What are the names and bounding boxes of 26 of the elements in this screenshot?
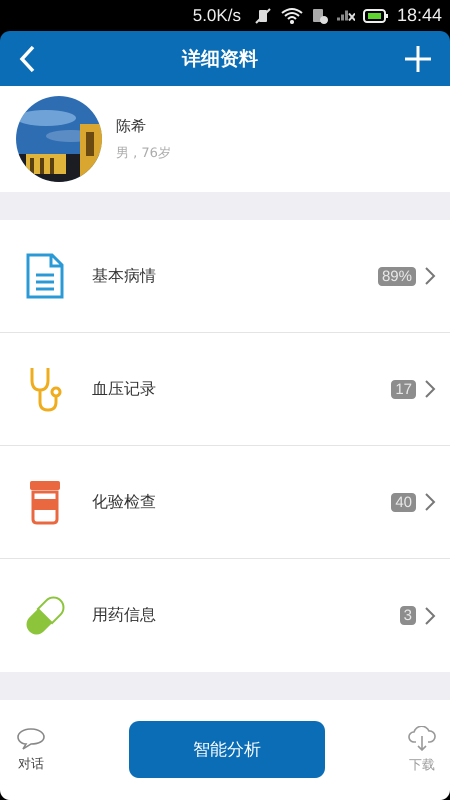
chevron-right-icon (424, 266, 436, 286)
page-title: 详细资料 (182, 46, 258, 72)
count-badge: 3 (400, 606, 416, 625)
plus-icon (404, 44, 432, 72)
battery-icon (362, 6, 389, 24)
bottle-icon (28, 479, 62, 525)
back-icon (18, 44, 36, 72)
patient-info: 男 , 76岁 (116, 144, 171, 162)
network-speed: 5.0K/s (192, 6, 241, 26)
count-badge: 40 (391, 492, 416, 512)
chevron-right-icon (424, 492, 436, 512)
vibrate-off-icon (252, 6, 273, 24)
count-badge: 17 (391, 380, 416, 398)
signal-icon (336, 10, 355, 21)
patient-name: 陈希 (116, 116, 147, 136)
count-badge: 89% (378, 266, 416, 286)
sim-card-icon (310, 6, 329, 24)
clock: 18:44 (396, 5, 442, 26)
cloud-download-icon (408, 726, 436, 752)
wifi-icon (280, 6, 303, 24)
analyze-button[interactable]: 智能分析 (129, 720, 325, 778)
chevron-right-icon (424, 379, 436, 399)
chevron-right-icon (424, 606, 436, 626)
chat-bubble-icon (16, 727, 46, 751)
chat-tab[interactable]: 对话 (12, 723, 50, 777)
document-icon (25, 253, 65, 299)
